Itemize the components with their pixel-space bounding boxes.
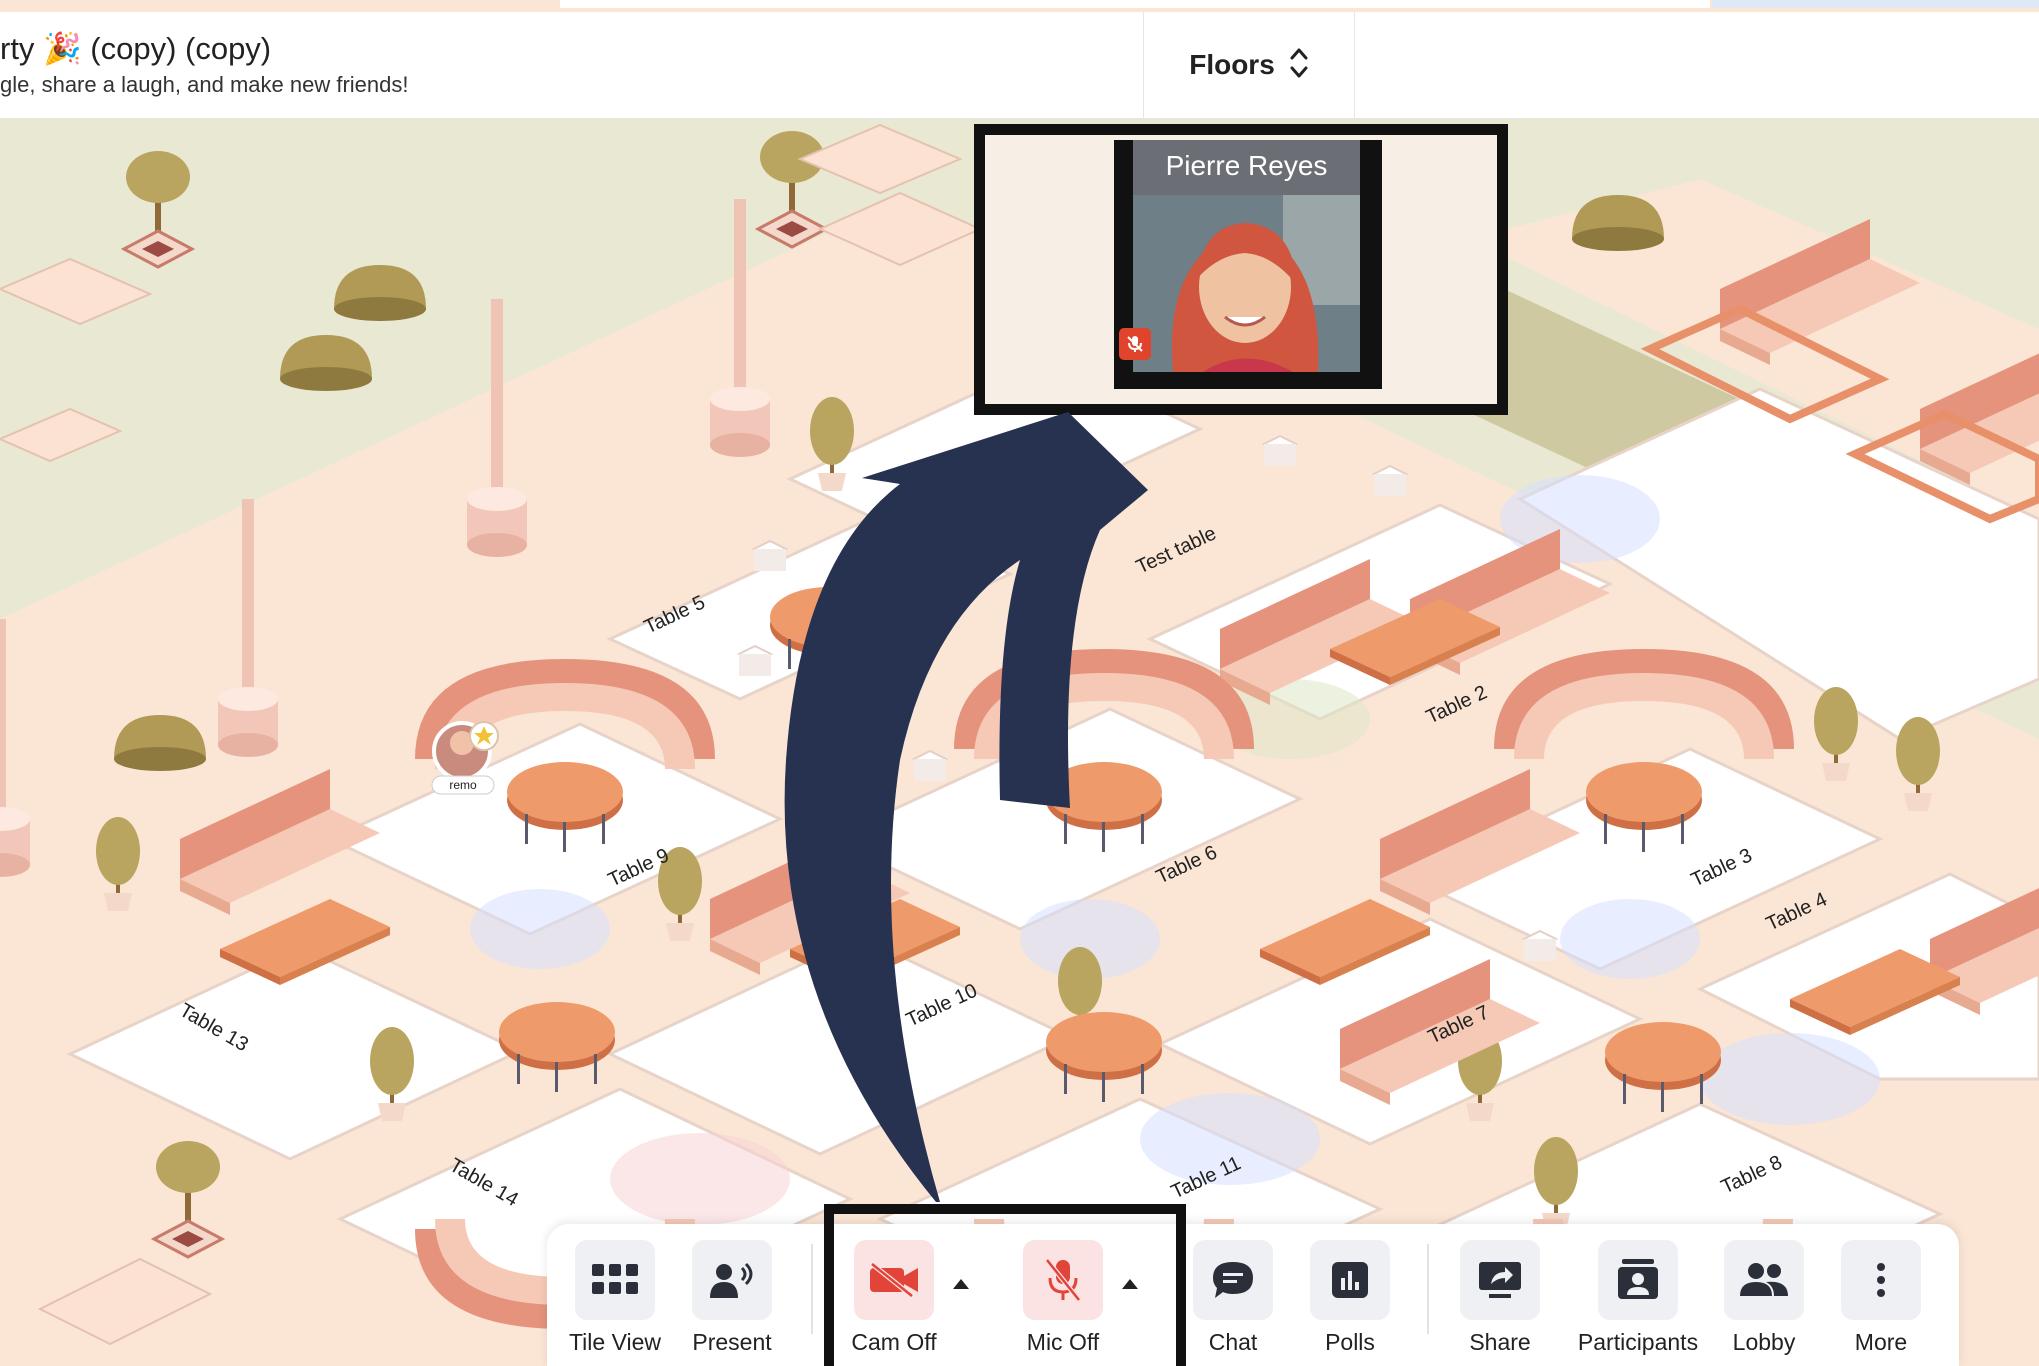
chat-button[interactable]: Chat [1178, 1240, 1288, 1356]
video-tile[interactable]: Pierre Reyes [1114, 140, 1382, 389]
present-button[interactable]: Present [677, 1240, 787, 1356]
video-feed [1133, 195, 1360, 372]
event-header: rty 🎉 (copy) (copy) gle, share a laugh, … [0, 12, 2039, 119]
share-button[interactable]: Share [1445, 1240, 1555, 1356]
top-strip-segment [1712, 0, 2039, 8]
participants-label: Participants [1577, 1329, 1699, 1355]
lobby-icon [1724, 1240, 1804, 1320]
participants-icon [1598, 1240, 1678, 1320]
chat-label: Chat [1208, 1329, 1258, 1355]
event-subtitle: gle, share a laugh, and make new friends… [0, 72, 409, 97]
toolbar-divider [1427, 1244, 1429, 1334]
lobby-label: Lobby [1732, 1329, 1796, 1355]
polls-button[interactable]: Polls [1295, 1240, 1405, 1356]
grid-icon [575, 1240, 655, 1320]
more-button[interactable]: More [1826, 1240, 1936, 1356]
cam-mic-highlight-box [824, 1204, 1186, 1366]
floors-selector[interactable]: Floors [1143, 12, 1355, 118]
floors-label: Floors [1189, 49, 1275, 80]
lobby-button[interactable]: Lobby [1709, 1240, 1819, 1356]
chat-icon [1193, 1240, 1273, 1320]
polls-label: Polls [1325, 1329, 1375, 1355]
presenter-icon [692, 1240, 772, 1320]
tile-view-label: Tile View [568, 1329, 662, 1355]
toolbar-divider [811, 1244, 813, 1334]
more-label: More [1854, 1329, 1908, 1355]
event-title: rty 🎉 (copy) (copy) [0, 31, 272, 66]
polls-icon [1310, 1240, 1390, 1320]
more-vertical-icon [1841, 1240, 1921, 1320]
top-strip [0, 0, 2039, 12]
mic-muted-icon [1119, 328, 1151, 360]
video-participant-name: Pierre Reyes [1133, 140, 1360, 195]
present-label: Present [692, 1329, 772, 1355]
chevron-up-down-icon [1289, 45, 1309, 86]
share-label: Share [1469, 1329, 1531, 1355]
participants-button[interactable]: Participants [1568, 1240, 1708, 1356]
bottom-toolbar: Tile View Present Cam Off Mic Off Chat P [547, 1224, 1959, 1366]
share-screen-icon [1460, 1240, 1540, 1320]
video-highlight-box: Pierre Reyes [974, 124, 1508, 415]
top-strip-segment [560, 0, 1710, 8]
tile-view-button[interactable]: Tile View [560, 1240, 670, 1356]
participant-name: remo [449, 778, 477, 792]
participant-avatar[interactable]: remo [431, 721, 499, 795]
